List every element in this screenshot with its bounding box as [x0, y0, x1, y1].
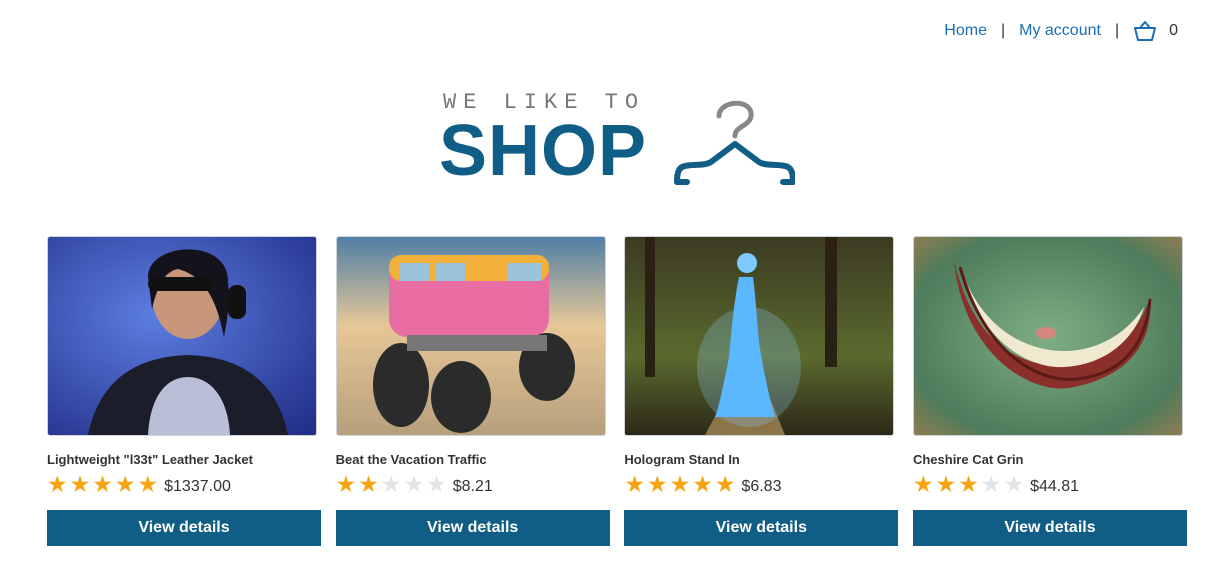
star-filled-icon: ★ — [358, 471, 379, 497]
star-empty-icon: ★ — [1003, 471, 1025, 497]
view-details-button[interactable]: View details — [912, 510, 1187, 546]
star-filled-icon: ★ — [624, 471, 645, 497]
star-empty-icon: ★ — [403, 471, 425, 497]
cart-count: 0 — [1169, 22, 1178, 39]
rating: ★★★★★ $1337.00 — [47, 472, 321, 498]
star-filled-icon: ★ — [669, 471, 691, 497]
star-filled-icon: ★ — [69, 471, 91, 497]
star-empty-icon: ★ — [980, 471, 1002, 497]
rating: ★★★★★ $6.83 — [624, 472, 898, 498]
shop-logo[interactable]: WE LIKE TO SHOP — [439, 88, 801, 191]
home-link[interactable]: Home — [944, 22, 987, 40]
star-filled-icon: ★ — [714, 471, 736, 497]
star-rating: ★★★★★ — [624, 473, 737, 497]
hanger-icon — [674, 100, 795, 185]
star-rating: ★★★★★ — [336, 473, 449, 497]
star-rating: ★★★★★ — [913, 473, 1026, 497]
product-grid: Lightweight "l33t" Leather Jacket ★★★★★ … — [47, 236, 1187, 546]
product-card: Lightweight "l33t" Leather Jacket ★★★★★ … — [47, 236, 321, 546]
product-card: Beat the Vacation Traffic ★★★★★ $8.21 Vi… — [335, 236, 610, 546]
product-card: Hologram Stand In ★★★★★ $6.83 View detai… — [624, 236, 899, 546]
product-name[interactable]: Lightweight "l33t" Leather Jacket — [47, 452, 321, 468]
nav-separator: | — [1000, 22, 1006, 39]
product-price: $8.21 — [452, 478, 493, 495]
product-image[interactable] — [47, 236, 317, 436]
product-card: Cheshire Cat Grin ★★★★★ $44.81 View deta… — [912, 236, 1187, 546]
cart-link[interactable]: 0 — [1133, 20, 1178, 42]
star-rating: ★★★★★ — [47, 473, 160, 497]
top-nav: Home | My account | 0 — [944, 20, 1178, 42]
star-filled-icon: ★ — [935, 471, 957, 497]
star-filled-icon: ★ — [335, 471, 357, 497]
product-name[interactable]: Hologram Stand In — [624, 452, 898, 468]
view-details-button[interactable]: View details — [624, 510, 899, 546]
product-image[interactable] — [335, 236, 606, 436]
star-filled-icon: ★ — [92, 471, 113, 497]
basket-icon[interactable] — [1133, 20, 1157, 42]
star-empty-icon: ★ — [380, 471, 402, 497]
product-image[interactable] — [912, 236, 1183, 436]
nav-separator: | — [1114, 22, 1120, 39]
logo-brand: SHOP — [439, 111, 648, 191]
star-filled-icon: ★ — [912, 471, 934, 497]
product-price: $6.83 — [741, 478, 782, 495]
product-image[interactable] — [624, 236, 895, 436]
my-account-link[interactable]: My account — [1019, 22, 1101, 40]
star-filled-icon: ★ — [114, 471, 136, 497]
star-filled-icon: ★ — [692, 471, 713, 497]
product-price: $1337.00 — [164, 478, 231, 495]
product-price: $44.81 — [1030, 478, 1080, 495]
view-details-button[interactable]: View details — [335, 510, 610, 546]
product-name[interactable]: Cheshire Cat Grin — [913, 452, 1187, 468]
rating: ★★★★★ $8.21 — [336, 472, 610, 498]
product-name[interactable]: Beat the Vacation Traffic — [336, 452, 610, 468]
star-filled-icon: ★ — [137, 471, 159, 497]
star-empty-icon: ★ — [426, 471, 447, 497]
star-filled-icon: ★ — [47, 471, 68, 497]
rating: ★★★★★ $44.81 — [913, 472, 1187, 498]
star-filled-icon: ★ — [646, 471, 668, 497]
star-filled-icon: ★ — [958, 471, 979, 497]
view-details-button[interactable]: View details — [47, 510, 321, 546]
